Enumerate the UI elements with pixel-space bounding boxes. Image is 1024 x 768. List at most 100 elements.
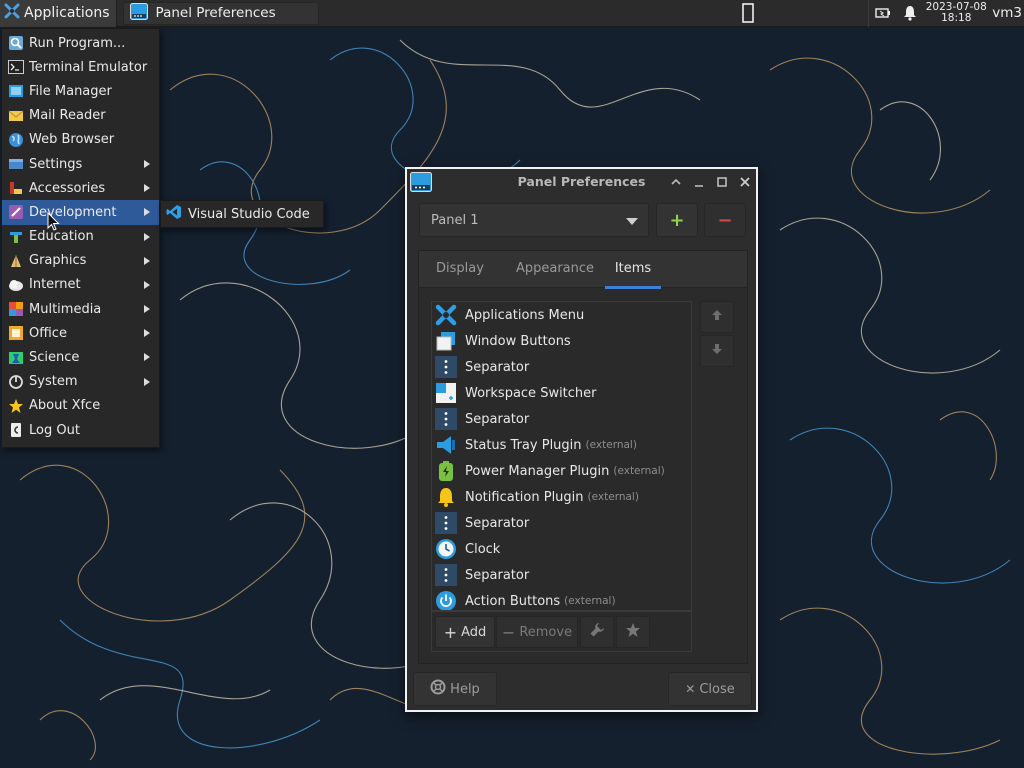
remove-panel-button[interactable]: − [704,203,746,237]
system-tray: 2023-07-08 18:18 vm3 [728,0,1024,27]
list-item[interactable]: Clock [432,536,691,562]
submenu-arrow-icon [144,184,150,193]
menu-item-label: Settings [29,156,83,172]
notification-bell-icon[interactable] [896,0,924,27]
preferences-notebook: Display Appearance Items Applications Me… [418,250,748,664]
terminal-icon [8,59,24,75]
list-item[interactable]: Status Tray Plugin (external) [432,432,691,458]
panel-select-dropdown[interactable]: Panel 1 [419,203,649,237]
add-item-label: Add [461,624,487,640]
menu-item-settings[interactable]: Settings [2,152,159,176]
menu-item-graphics[interactable]: Graphics [2,249,159,273]
remove-item-button[interactable]: − Remove [496,616,578,648]
menu-item-mail-reader[interactable]: Mail Reader [2,104,159,128]
list-item[interactable]: Separator [432,406,691,432]
menu-item-accessories[interactable]: Accessories [2,176,159,200]
menu-item-run-program[interactable]: Run Program... [2,31,159,55]
close-icon[interactable] [738,175,752,189]
menu-item-label: Office [29,325,67,341]
tab-appearance[interactable]: Appearance [507,251,603,288]
shade-chevron-up-icon[interactable] [669,175,683,189]
move-up-button[interactable] [700,301,734,333]
menu-item-label: Development [29,204,117,220]
menu-item-label: Run Program... [29,35,126,51]
menu-item-internet[interactable]: Internet [2,273,159,297]
list-item[interactable]: Separator [432,354,691,380]
add-panel-button[interactable]: + [656,203,698,237]
item-properties-button[interactable] [580,616,614,648]
menu-item-office[interactable]: Office [2,321,159,345]
list-item[interactable]: Separator [432,562,691,588]
battery-icon [435,460,457,482]
help-button[interactable]: Help [413,672,497,706]
menu-item-log-out[interactable]: Log Out [2,418,159,442]
file-manager-icon [8,83,24,99]
menu-item-development[interactable]: Development [2,200,159,225]
menu-item-label: Graphics [29,253,87,269]
tray-window-icon[interactable] [728,0,768,27]
list-item-label: Workspace Switcher [465,385,597,401]
move-down-button[interactable] [700,335,734,367]
minimize-icon[interactable] [692,175,706,189]
menu-item-web-browser[interactable]: Web Browser [2,128,159,152]
external-tag: (external) [587,491,639,503]
menu-item-label: Mail Reader [29,108,106,124]
submenu-arrow-icon [144,329,150,338]
dialog-titlebar[interactable]: Panel Preferences [407,169,756,195]
submenu-arrow-icon [144,353,150,362]
window-buttons-icon [435,330,457,352]
panel-select-value: Panel 1 [431,212,479,228]
menu-item-system[interactable]: System [2,370,159,394]
help-lifebuoy-icon [430,679,446,699]
taskbar-panel-preferences[interactable]: Panel Preferences [122,1,319,25]
separator-icon [435,408,457,430]
list-item[interactable]: Separator [432,510,691,536]
maximize-icon[interactable] [715,175,729,189]
panel-user-label[interactable]: vm3 [988,5,1024,21]
list-item[interactable]: Window Buttons [432,328,691,354]
menu-item-file-manager[interactable]: File Manager [2,79,159,103]
tab-display[interactable]: Display [431,251,489,288]
workspace-switcher-icon [435,382,457,404]
clock-icon [435,538,457,560]
menu-item-about-xfce[interactable]: About Xfce [2,394,159,418]
multimedia-icon [8,301,24,317]
list-item-label: Window Buttons [465,333,571,349]
submenu-arrow-icon [144,280,150,289]
list-item[interactable]: Notification Plugin (external) [432,484,691,510]
external-tag: (external) [585,439,637,451]
menu-item-label: Terminal Emulator [29,59,148,75]
battery-icon[interactable] [868,0,896,27]
accessories-icon [8,180,24,196]
separator-icon [435,564,457,586]
submenu-item-vscode[interactable]: Visual Studio Code [188,207,310,222]
applications-menu-button[interactable]: Applications [0,0,117,27]
menu-item-multimedia[interactable]: Multimedia [2,297,159,321]
menu-item-terminal-emulator[interactable]: Terminal Emulator [2,55,159,79]
tab-items[interactable]: Items [605,251,661,289]
panel-items-list[interactable]: Applications Menu Window Buttons Separator… [431,301,692,611]
list-item[interactable]: Workspace Switcher [432,380,691,406]
item-about-button[interactable] [616,616,650,648]
menu-item-education[interactable]: Education [2,225,159,249]
menu-item-label: Internet [29,277,81,293]
close-button[interactable]: ✕ Close [668,672,752,706]
wrench-icon [589,622,605,642]
menu-item-label: About Xfce [29,398,101,414]
items-toolbar: + Add − Remove [431,611,692,652]
clock-time: 18:18 [941,12,972,24]
list-item[interactable]: Applications Menu [432,302,691,328]
add-item-button[interactable]: + Add [435,616,495,648]
list-item[interactable]: Action Buttons (external) [432,588,691,610]
panel-clock[interactable]: 2023-07-08 18:18 [924,2,988,24]
list-item-label: Status Tray Plugin [465,437,582,453]
list-item-label: Action Buttons [465,593,561,609]
star-icon [625,622,641,642]
menu-item-label: Education [29,229,94,245]
applications-menu: Run Program... Terminal Emulator File Mana… [1,28,160,448]
list-item[interactable]: Power Manager Plugin (external) [432,458,691,484]
system-icon [8,374,24,390]
logout-icon [8,422,24,438]
menu-item-science[interactable]: Science [2,345,159,369]
taskbar-title: Panel Preferences [155,5,276,21]
